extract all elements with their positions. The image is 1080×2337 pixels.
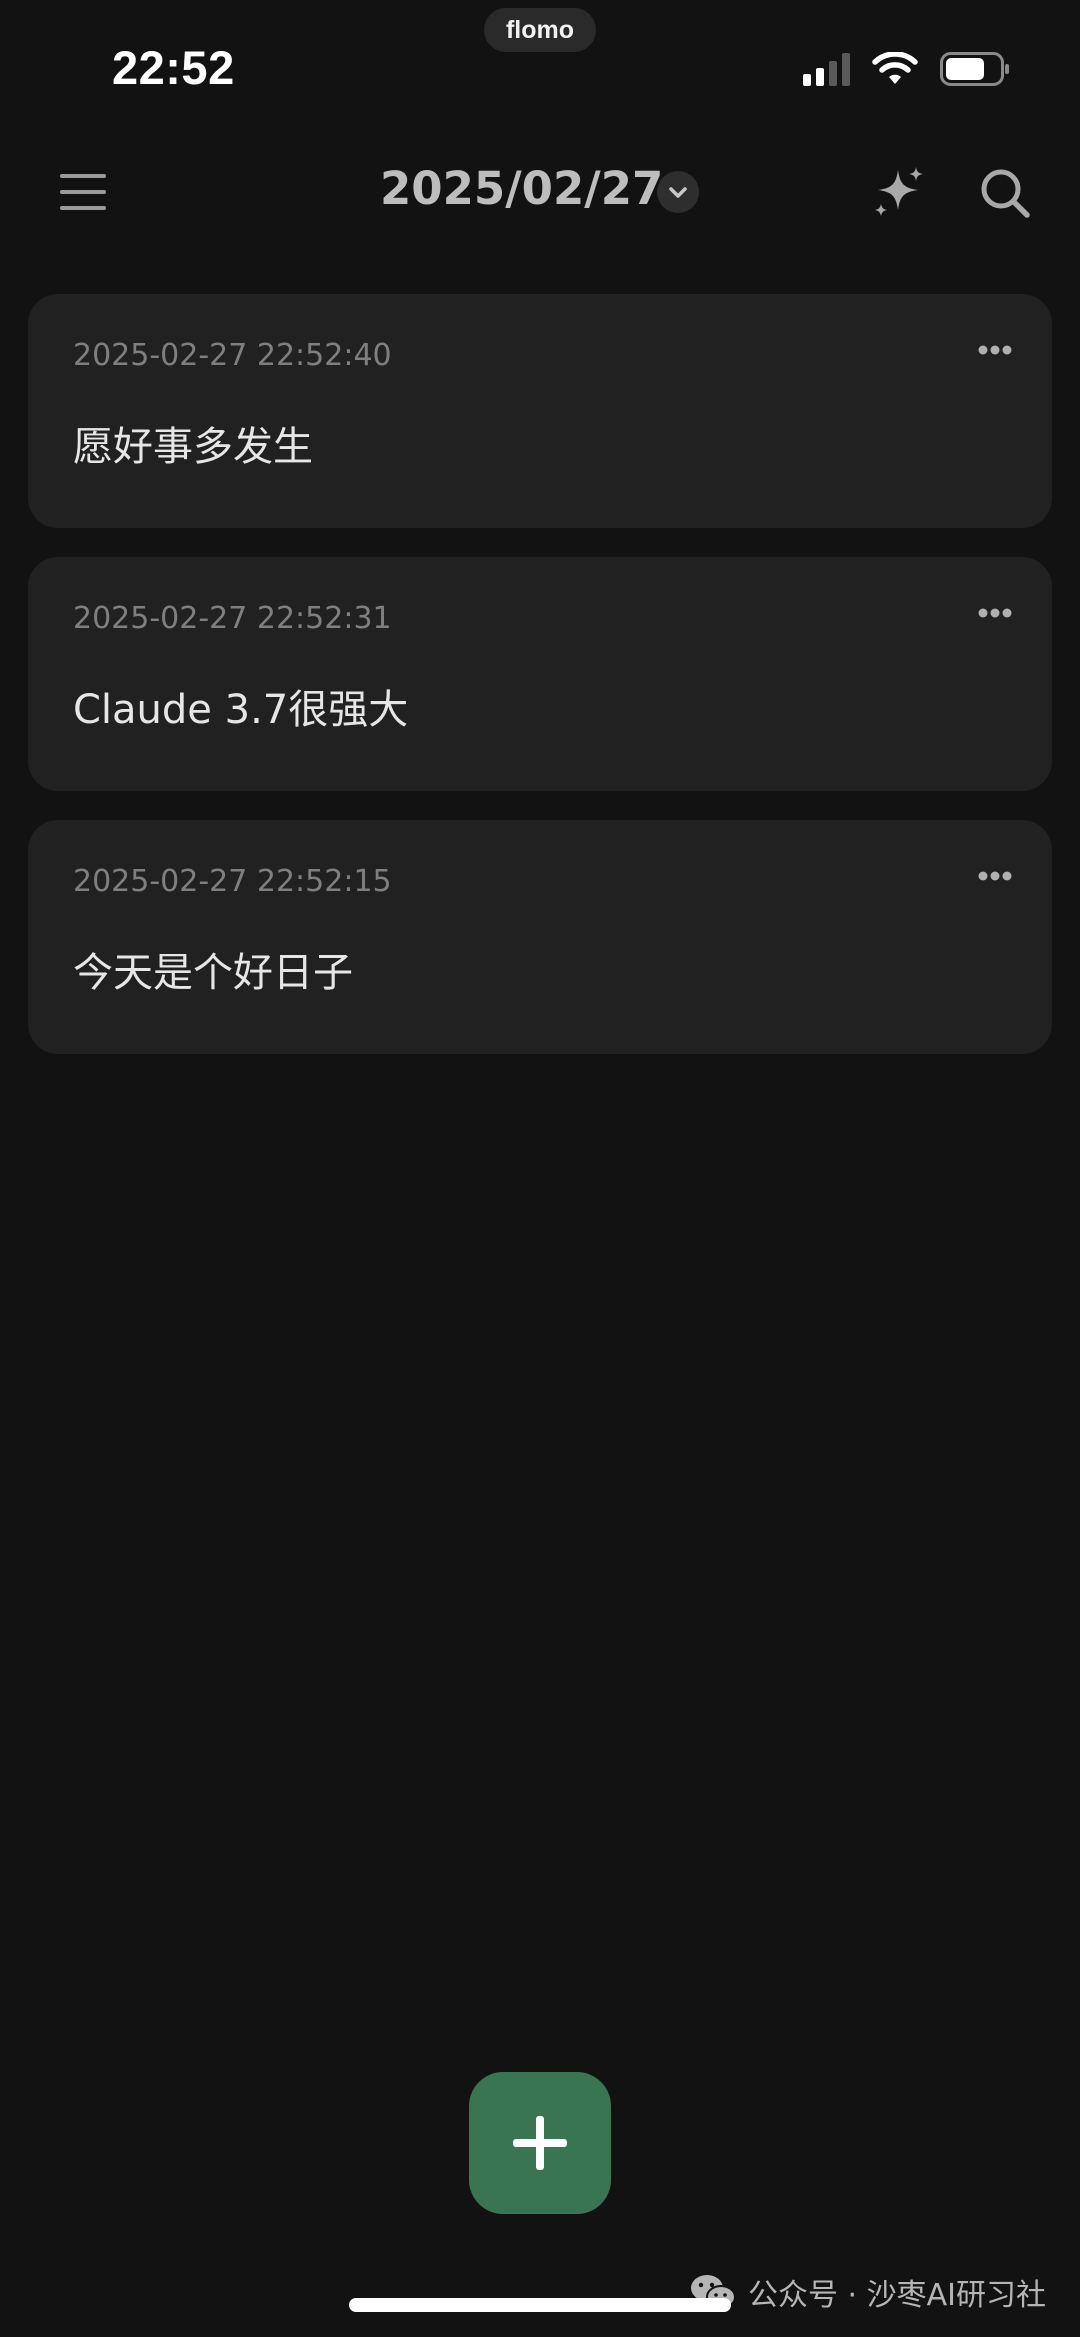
signal-icon — [803, 52, 850, 86]
status-time: 22:52 — [112, 41, 235, 94]
battery-icon — [940, 52, 1009, 86]
menu-icon[interactable] — [60, 170, 108, 214]
search-icon[interactable] — [978, 166, 1032, 220]
more-icon[interactable] — [978, 344, 1012, 356]
memo-card[interactable]: 2025-02-27 22:52:31 Claude 3.7很强大 — [28, 557, 1052, 791]
more-icon[interactable] — [978, 607, 1012, 619]
chevron-down-icon[interactable] — [657, 171, 699, 213]
memo-content: 今天是个好日子 — [73, 950, 353, 996]
sparkle-icon[interactable] — [872, 164, 928, 220]
home-indicator[interactable] — [349, 2298, 731, 2312]
app-pill: flomo — [484, 8, 596, 52]
memo-timestamp: 2025-02-27 22:52:40 — [73, 338, 392, 373]
wifi-icon — [872, 52, 918, 84]
status-icons — [803, 52, 1010, 86]
memo-content: Claude 3.7很强大 — [73, 687, 409, 733]
memo-card[interactable]: 2025-02-27 22:52:15 今天是个好日子 — [28, 820, 1052, 1054]
memo-card[interactable]: 2025-02-27 22:52:40 愿好事多发生 — [28, 294, 1052, 528]
memo-timestamp: 2025-02-27 22:52:15 — [73, 864, 392, 899]
watermark: 公众号 · 沙枣AI研习社 — [690, 2270, 1046, 2314]
add-memo-button[interactable] — [469, 2072, 611, 2214]
watermark-text: 公众号 · 沙枣AI研习社 — [748, 2278, 1046, 2313]
more-icon[interactable] — [978, 870, 1012, 882]
date-title[interactable]: 2025/02/27 — [380, 162, 663, 215]
memo-content: 愿好事多发生 — [73, 424, 313, 470]
memo-timestamp: 2025-02-27 22:52:31 — [73, 601, 392, 636]
header: 2025/02/27 — [0, 150, 1080, 234]
